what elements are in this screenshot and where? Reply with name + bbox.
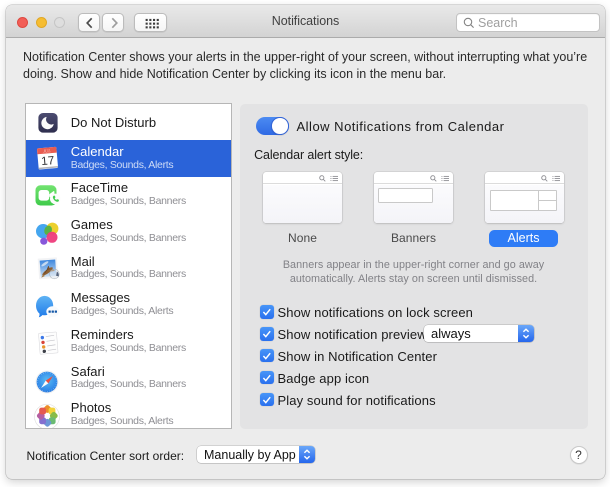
svg-text:17: 17 [41,154,55,169]
